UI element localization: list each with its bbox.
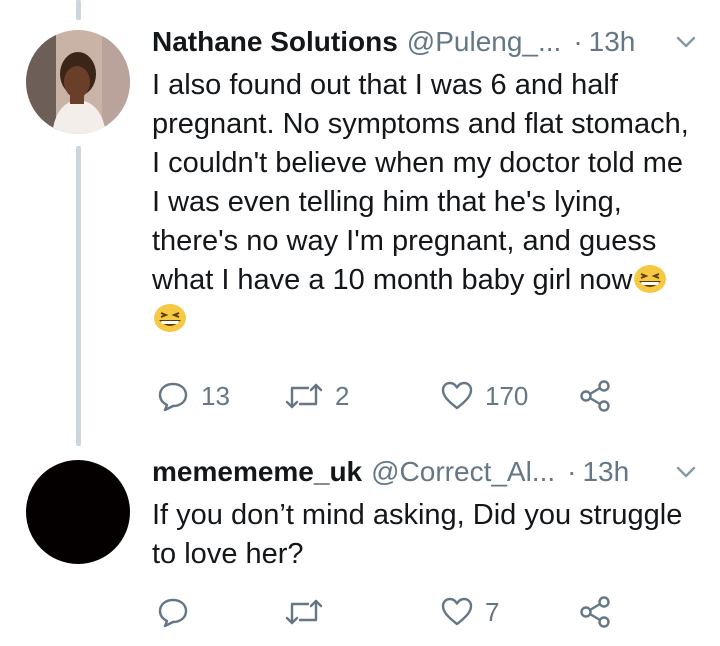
tweet-1[interactable]: Nathane Solutions @Puleng_... · 13h I al… — [0, 0, 720, 440]
tweet-header: memememe_uk @Correct_Al... · 13h — [152, 454, 700, 490]
heart-icon — [441, 597, 473, 626]
reply-button[interactable]: 13 — [156, 378, 230, 414]
display-name[interactable]: Nathane Solutions — [152, 26, 398, 58]
tweet-2[interactable]: memememe_uk @Correct_Al... · 13h If you … — [0, 440, 720, 646]
retweet-icon — [285, 599, 323, 625]
reply-icon — [158, 598, 188, 628]
retweet-icon — [285, 383, 323, 409]
reply-count: 13 — [201, 380, 230, 411]
tweet-text: I also found out that I was 6 and half p… — [152, 66, 692, 339]
retweet-button[interactable]: 2 — [284, 378, 349, 414]
tweet-actions: 7 — [152, 594, 672, 630]
timestamp[interactable]: 13h — [589, 26, 636, 58]
tweet-header: Nathane Solutions @Puleng_... · 13h — [152, 24, 700, 60]
chevron-down-icon[interactable] — [672, 458, 700, 486]
share-icon — [580, 596, 610, 628]
timestamp[interactable]: 13h — [582, 456, 629, 488]
avatar[interactable] — [26, 30, 130, 134]
like-count: 170 — [485, 380, 529, 411]
username[interactable]: @Correct_Al... — [371, 456, 555, 488]
grinning-squinting-face-icon — [154, 304, 186, 332]
separator-dot: · — [573, 26, 583, 57]
tweet-text: If you don’t mind asking, Did you strugg… — [152, 496, 692, 574]
tweet-text-content: If you don’t mind asking, Did you strugg… — [152, 499, 691, 570]
avatar[interactable] — [26, 460, 130, 564]
retweet-button[interactable] — [284, 594, 335, 630]
reply-icon — [158, 382, 188, 412]
separator-dot: · — [567, 456, 577, 487]
display-name[interactable]: memememe_uk — [152, 456, 362, 488]
share-icon — [580, 380, 610, 412]
tweet-actions: 13 2 170 — [152, 378, 672, 414]
reply-button[interactable] — [156, 594, 201, 630]
like-button[interactable]: 7 — [440, 594, 499, 630]
share-button[interactable] — [578, 378, 612, 414]
retweet-count: 2 — [335, 380, 350, 411]
share-button[interactable] — [578, 594, 612, 630]
username[interactable]: @Puleng_... — [407, 26, 562, 58]
like-button[interactable]: 170 — [440, 378, 528, 414]
tweet-text-content: I also found out that I was 6 and half p… — [152, 69, 697, 296]
grinning-squinting-face-icon — [634, 265, 667, 293]
heart-icon — [441, 381, 473, 410]
chevron-down-icon[interactable] — [672, 28, 700, 56]
like-count: 7 — [485, 596, 500, 627]
